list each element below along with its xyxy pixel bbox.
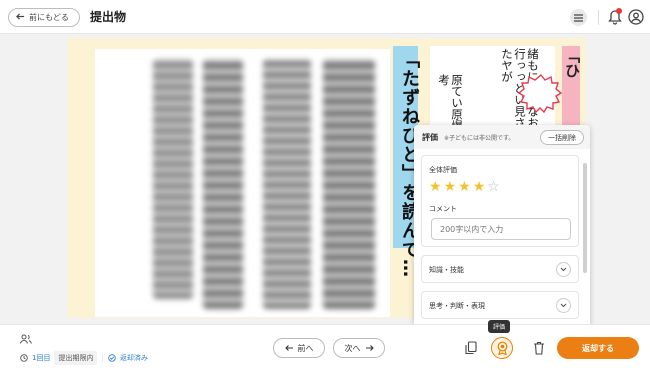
back-button[interactable]: 前にもどる [8,8,80,27]
tooltip: 評価 [488,320,511,333]
panel-note: ※子どもには非公開です。 [444,135,515,142]
bulk-delete-button[interactable]: 一括削除 [540,130,584,145]
star-rating[interactable]: ★ ★ ★ ★ ☆ [429,180,500,194]
blurred-text [153,59,193,299]
section-label: 思考・判断・表現 [429,302,485,310]
blurred-text [203,59,243,309]
notification-badge [616,8,622,14]
next-button[interactable]: 次へ [333,338,385,358]
comment-label: コメント [429,205,457,213]
evaluation-panel: 評価 ※子どもには非公開です。 一括削除 全体評価 ★ ★ ★ ★ ☆ コメント… [414,125,590,325]
star-icon[interactable]: ★ [473,180,486,194]
deadline-chip: 提出期限内 [54,351,98,365]
star-outline-icon[interactable]: ☆ [487,180,500,194]
arrow-right-icon [365,345,374,351]
star-icon[interactable]: ★ [458,180,471,194]
blurred-text [263,59,311,309]
trash-icon [534,341,544,355]
pink-title: 「ひ [563,48,581,78]
overall-evaluation-card: 全体評価 ★ ★ ★ ★ ☆ コメント [421,155,579,247]
meta-divider: | [101,354,104,362]
submission-meta: 1回目 提出期限内 | 返却済み [20,351,148,365]
next-label: 次へ [344,343,361,353]
medal-icon [497,341,507,355]
app-header: 前にもどる 提出物 [0,0,650,34]
page-title: 提出物 [90,10,127,24]
attempt-count: 1回目 [32,354,51,362]
overall-label: 全体評価 [429,166,457,174]
evaluate-button[interactable] [491,337,513,359]
blurred-text-area [95,49,390,317]
status-text: 返却済み [119,354,148,362]
section-thinking-judgment[interactable]: 思考・判断・表現 [421,291,579,319]
panel-header: 評価 ※子どもには非公開です。 一括削除 [414,125,590,149]
arrow-left-icon [284,345,293,351]
menu-button[interactable] [570,9,587,26]
star-icon[interactable]: ★ [429,180,442,194]
hamburger-icon [574,13,583,22]
clock-icon [20,354,28,362]
delete-button[interactable] [530,338,548,358]
comment-input[interactable] [431,218,571,240]
chevron-down-icon[interactable] [556,298,571,313]
return-button[interactable]: 返却する [557,337,639,359]
section-label: 知識・技能 [429,266,464,274]
account-icon[interactable] [628,9,644,25]
star-icon[interactable]: ★ [444,180,457,194]
panel-scrollbar[interactable] [583,163,587,273]
prev-button[interactable]: 前へ [273,338,325,358]
chevron-down-icon[interactable] [556,262,571,277]
header-divider [598,10,599,25]
back-button-label: 前にもどる [29,13,69,22]
prev-label: 前へ [297,343,314,353]
arrow-left-icon [16,12,25,23]
blurred-text [323,59,375,309]
copy-button[interactable] [462,338,480,358]
people-icon [20,334,32,344]
copy-icon [465,341,477,355]
panel-title: 評価 [422,133,438,142]
check-circle-icon [108,354,116,362]
section-knowledge-skills[interactable]: 知識・技能 [421,255,579,283]
praise-stamp [518,74,563,114]
